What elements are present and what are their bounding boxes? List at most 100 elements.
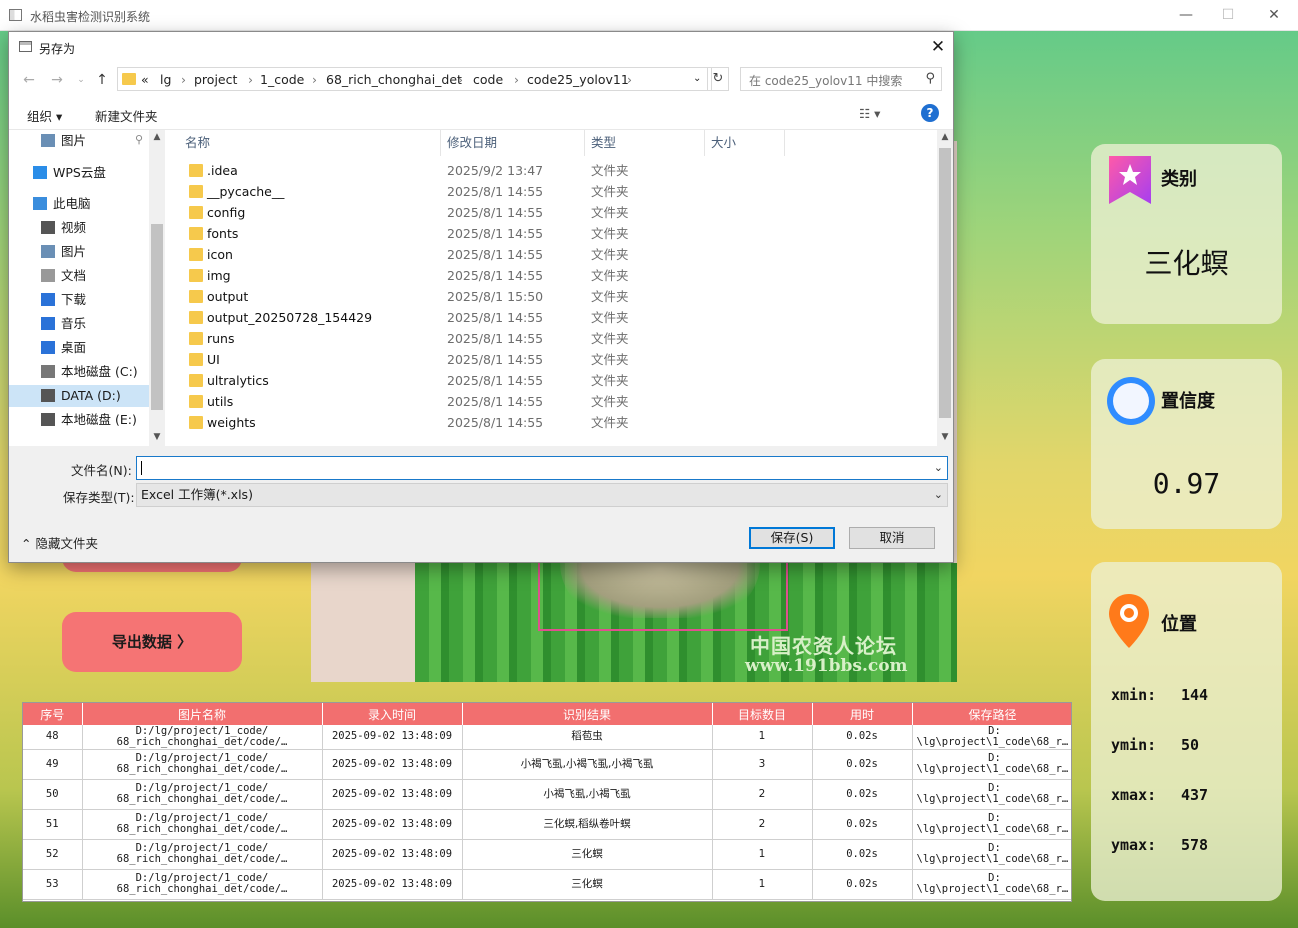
sidebar-item[interactable]: 本地磁盘 (C:) [9,361,149,383]
breadcrumb-1-code[interactable]: 1_code [260,72,304,87]
table-row[interactable]: 53 D:/lg/project/1_code/68_rich_chonghai_… [23,869,1071,900]
sidebar-item[interactable]: WPS云盘 [9,162,149,184]
file-row[interactable]: .idea 2025/9/2 13:47 文件夹 [165,160,935,181]
sidebar-scrollbar[interactable]: ▲ ▼ [149,130,165,446]
file-list: 名称 修改日期 类型 大小 ▲ ▼ .idea 2025/9/2 13:47 文件夹… [165,130,953,446]
back-arrow-icon[interactable]: ← [21,72,37,88]
header-entry-time[interactable]: 录入时间 [322,703,463,725]
sidebar-item[interactable]: 此电脑 [9,193,149,215]
watermark-text: 中国农资人论坛 [750,634,897,658]
sidebar-item[interactable]: 本地磁盘 (E:) [9,409,149,431]
chevron-right-icon: › [312,72,317,87]
table-row[interactable]: 50 D:/lg/project/1_code/68_rich_chonghai_… [23,779,1071,810]
table-row[interactable]: 52 D:/lg/project/1_code/68_rich_chonghai_… [23,839,1071,870]
breadcrumb-68-rich[interactable]: 68_rich_chonghai_det [326,72,462,87]
header-duration[interactable]: 用时 [812,703,913,725]
header-save-path[interactable]: 保存路径 [912,703,1071,725]
filetype-select[interactable]: Excel 工作簿(*.xls) ⌄ [136,483,948,507]
new-folder-button[interactable]: 新建文件夹 [95,106,158,125]
header-result[interactable]: 识别结果 [462,703,713,725]
hide-folders-toggle[interactable]: ⌃ 隐藏文件夹 [21,533,98,552]
sidebar-item[interactable]: 下载 [9,289,149,311]
sidebar-item-label: 图片 [61,244,87,259]
column-date[interactable]: 修改日期 [441,130,585,156]
close-icon[interactable]: ✕ [927,36,949,58]
sidebar-item[interactable]: DATA (D:) [9,385,149,407]
scroll-down-icon[interactable]: ▼ [151,432,163,444]
file-row[interactable]: ultralytics 2025/8/1 14:55 文件夹 [165,370,935,391]
pictures-icon [41,134,55,147]
table-row[interactable]: 51 D:/lg/project/1_code/68_rich_chonghai_… [23,809,1071,840]
scroll-up-icon[interactable]: ▲ [939,132,951,144]
table-row[interactable]: 48 D:/lg/project/1_code/68_rich_chonghai_… [23,725,1071,750]
view-options-icon[interactable]: ☷ ▾ [859,106,880,121]
scroll-up-icon[interactable]: ▲ [151,132,163,144]
header-count[interactable]: 目标数目 [712,703,813,725]
table-row[interactable]: 49 D:/lg/project/1_code/68_rich_chonghai_… [23,749,1071,780]
breadcrumb-overflow[interactable]: « [141,72,149,87]
file-row[interactable]: __pycache__ 2025/8/1 14:55 文件夹 [165,181,935,202]
address-bar[interactable]: « lg › project › 1_code › 68_rich_chongh… [117,67,712,91]
header-index[interactable]: 序号 [23,703,83,725]
file-list-scrollbar[interactable]: ▲ ▼ [937,130,953,446]
maximize-icon[interactable]: ☐ [1218,5,1238,25]
search-box[interactable]: 在 code25_yolov11 中搜索 ⚲ [740,67,942,91]
sidebar-scroll-thumb[interactable] [151,224,163,410]
column-name[interactable]: 名称 [179,130,441,156]
results-table[interactable]: 序号 图片名称 录入时间 识别结果 目标数目 用时 保存路径 48 D:/lg/p… [22,702,1072,902]
row-image-name: D:/lg/project/1_code/68_rich_chonghai_de… [82,809,323,840]
organize-menu[interactable]: 组织 ▾ [27,106,62,125]
row-result: 稻苞虫 [462,725,713,750]
breadcrumb-lg[interactable]: lg [160,72,171,87]
file-row[interactable]: weights 2025/8/1 14:55 文件夹 [165,412,935,433]
sidebar-item[interactable]: 图片 [9,130,149,152]
file-row[interactable]: utils 2025/8/1 14:55 文件夹 [165,391,935,412]
pin-icon[interactable]: ⚲ [135,133,143,146]
header-image-name[interactable]: 图片名称 [82,703,323,725]
file-date: 2025/8/1 14:55 [447,415,544,430]
breadcrumb-project[interactable]: project [194,72,237,87]
sidebar-item[interactable]: 文档 [9,265,149,287]
file-row[interactable]: output 2025/8/1 15:50 文件夹 [165,286,935,307]
file-row[interactable]: UI 2025/8/1 14:55 文件夹 [165,349,935,370]
column-type[interactable]: 类型 [585,130,705,156]
sidebar-item-label: WPS云盘 [53,165,106,180]
filename-input[interactable]: ⌄ [136,456,948,480]
file-row[interactable]: icon 2025/8/1 14:55 文件夹 [165,244,935,265]
row-image-name: D:/lg/project/1_code/68_rich_chonghai_de… [82,779,323,810]
row-entry-time: 2025-09-02 13:48:09 [322,725,463,750]
file-date: 2025/8/1 14:55 [447,268,544,283]
sidebar-item[interactable]: 视频 [9,217,149,239]
export-data-button[interactable]: 导出数据 〉 [62,612,242,672]
scroll-down-icon[interactable]: ▼ [939,432,951,444]
file-row[interactable]: output_20250728_154429 2025/8/1 14:55 文件夹 [165,307,935,328]
sidebar-item[interactable]: 桌面 [9,337,149,359]
column-size[interactable]: 大小 [705,130,785,156]
sidebar-item[interactable]: 音乐 [9,313,149,335]
help-icon[interactable]: ? [921,104,939,122]
file-row[interactable]: img 2025/8/1 14:55 文件夹 [165,265,935,286]
file-row[interactable]: runs 2025/8/1 14:55 文件夹 [165,328,935,349]
recent-chevron-icon[interactable]: ⌄ [73,72,89,88]
save-button[interactable]: 保存(S) [749,527,835,549]
file-row[interactable]: config 2025/8/1 14:55 文件夹 [165,202,935,223]
row-count: 3 [712,749,813,780]
forward-arrow-icon[interactable]: → [49,72,65,88]
documents-icon [41,269,55,282]
filename-dropdown-icon[interactable]: ⌄ [934,461,943,474]
cancel-button[interactable]: 取消 [849,527,935,549]
close-window-icon[interactable]: ✕ [1264,5,1284,25]
xmin-label: xmin: [1111,686,1157,704]
file-list-scroll-thumb[interactable] [939,148,951,418]
sidebar-item[interactable]: 图片 [9,241,149,263]
row-save-path-line2: \lg\project\1_code\68_r… [916,793,1069,805]
refresh-icon[interactable]: ↻ [707,67,729,91]
breadcrumb-code[interactable]: code [473,72,503,87]
desktop-icon [41,341,55,354]
address-dropdown-icon[interactable]: ⌄ [693,73,701,84]
minimize-icon[interactable]: — [1176,5,1196,25]
breadcrumb-code25[interactable]: code25_yolov11 [527,72,629,87]
file-date: 2025/8/1 14:55 [447,394,544,409]
file-row[interactable]: fonts 2025/8/1 14:55 文件夹 [165,223,935,244]
up-arrow-icon[interactable]: ↑ [94,72,110,88]
